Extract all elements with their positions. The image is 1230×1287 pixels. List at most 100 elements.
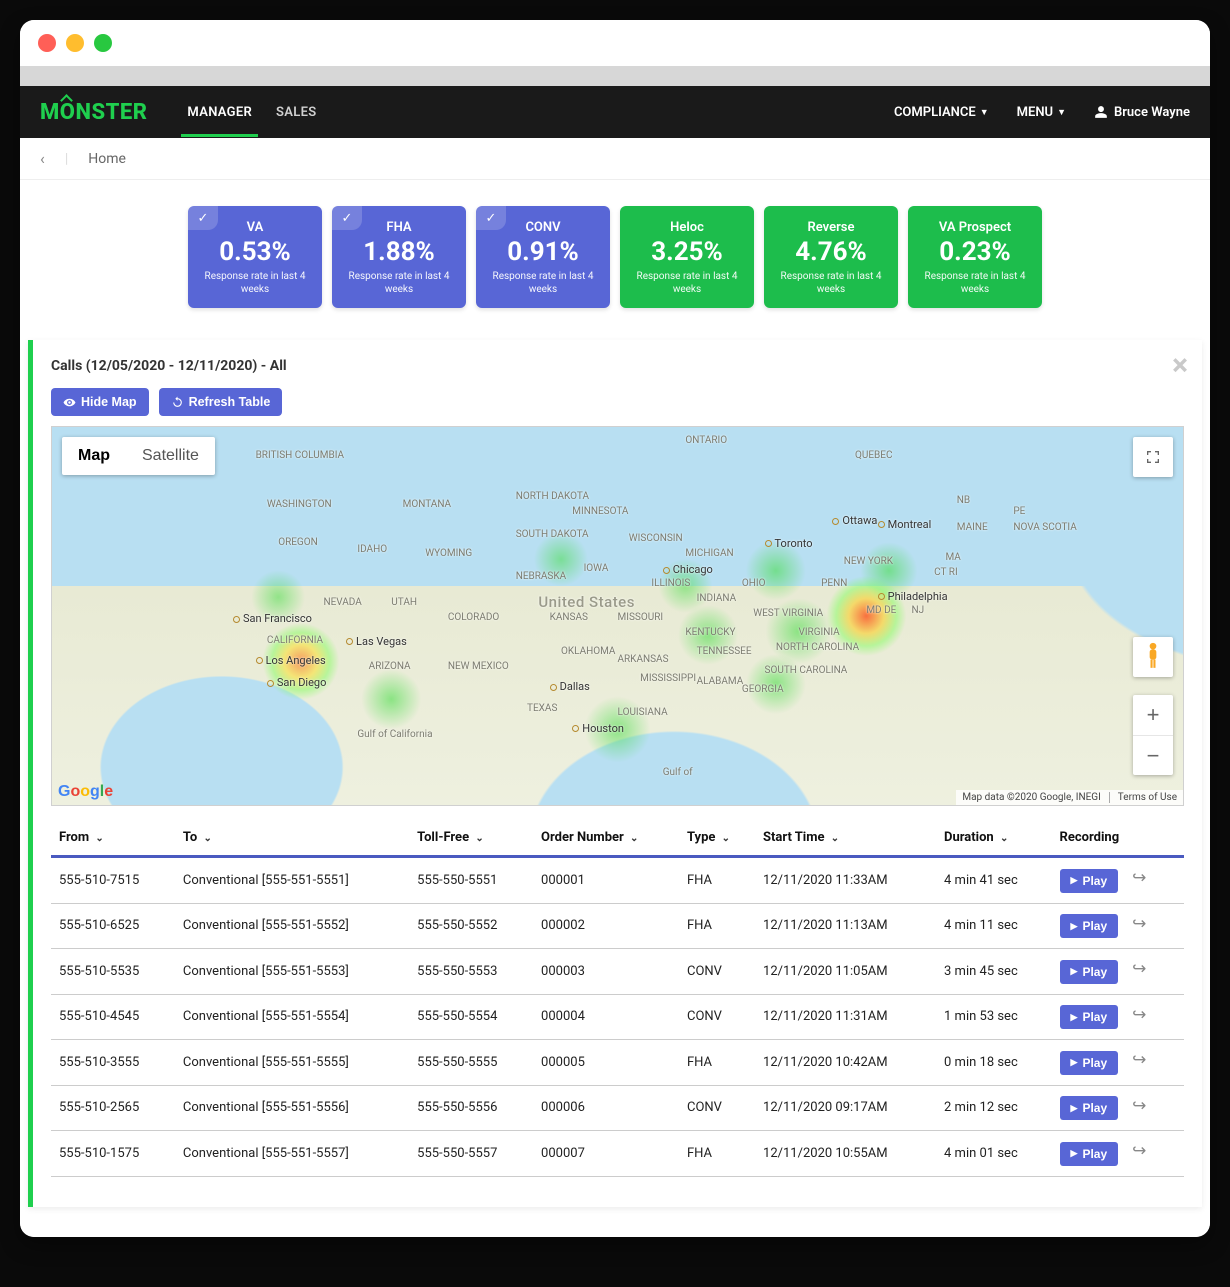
breadcrumb-home[interactable]: Home bbox=[88, 151, 126, 167]
map-label: ILLINOIS bbox=[651, 578, 690, 589]
cell-to: Conventional [555-551-5554] bbox=[175, 994, 409, 1040]
map-label: WYOMING bbox=[425, 548, 472, 559]
share-icon[interactable]: ↪ bbox=[1132, 868, 1146, 888]
traffic-light-zoom[interactable] bbox=[94, 34, 112, 52]
traffic-light-close[interactable] bbox=[38, 34, 56, 52]
nav-compliance-dropdown[interactable]: COMPLIANCE ▼ bbox=[894, 105, 989, 120]
pegman-icon bbox=[1143, 642, 1163, 672]
map-label: GEORGIA bbox=[742, 684, 784, 695]
nav-user[interactable]: Bruce Wayne bbox=[1094, 105, 1190, 120]
play-button[interactable]: Play bbox=[1060, 1005, 1119, 1029]
cell-order: 000001 bbox=[533, 857, 679, 904]
app-root: MONSTER MANAGER SALES COMPLIANCE ▼ MENU … bbox=[20, 86, 1210, 1237]
stat-card-sub: Response rate in last 4 weeks bbox=[342, 271, 456, 296]
play-button[interactable]: Play bbox=[1060, 1142, 1119, 1166]
nav-right: COMPLIANCE ▼ MENU ▼ Bruce Wayne bbox=[894, 105, 1190, 120]
table-header[interactable]: Toll-Free ⌄ bbox=[409, 820, 533, 857]
breadcrumb: ‹ | Home bbox=[20, 138, 1210, 180]
table-header[interactable]: Duration ⌄ bbox=[936, 820, 1052, 857]
map-label: MD DE bbox=[866, 605, 896, 616]
play-button[interactable]: Play bbox=[1060, 960, 1119, 984]
table-header[interactable]: Type ⌄ bbox=[679, 820, 755, 857]
stat-card[interactable]: ✓CONV0.91%Response rate in last 4 weeks bbox=[476, 206, 610, 308]
play-button[interactable]: Play bbox=[1060, 1051, 1119, 1075]
cell-dur: 4 min 11 sec bbox=[936, 903, 1052, 949]
map-label: Philadelphia bbox=[878, 590, 948, 603]
map-label: NEW MEXICO bbox=[448, 661, 509, 672]
map-label: Houston bbox=[572, 722, 624, 735]
table-header[interactable]: Recording bbox=[1052, 820, 1184, 857]
cell-from: 555-510-3555 bbox=[51, 1040, 175, 1086]
map-label: WASHINGTON bbox=[267, 499, 332, 510]
nav-tabs: MANAGER SALES bbox=[187, 105, 316, 120]
stat-card[interactable]: ✓FHA1.88%Response rate in last 4 weeks bbox=[332, 206, 466, 308]
panel-close-button[interactable]: × bbox=[1172, 348, 1188, 383]
map-label: NEVADA bbox=[323, 597, 361, 608]
calls-table-head: From ⌄To ⌄Toll-Free ⌄Order Number ⌄Type … bbox=[51, 820, 1184, 857]
share-icon[interactable]: ↪ bbox=[1132, 1050, 1146, 1070]
map-label: MONTANA bbox=[403, 499, 451, 510]
cell-dur: 4 min 41 sec bbox=[936, 857, 1052, 904]
map-label: NOVA SCOTIA bbox=[1013, 522, 1076, 533]
fullscreen-icon bbox=[1145, 449, 1161, 465]
nav-tab-manager[interactable]: MANAGER bbox=[187, 105, 252, 120]
map-label: MA bbox=[945, 552, 960, 563]
traffic-light-minimize[interactable] bbox=[66, 34, 84, 52]
breadcrumb-separator: | bbox=[65, 151, 68, 167]
brand-logo[interactable]: MONSTER bbox=[40, 100, 147, 125]
nav-tab-sales[interactable]: SALES bbox=[276, 105, 316, 120]
map-label: LOUISIANA bbox=[618, 707, 668, 718]
map-fullscreen-button[interactable] bbox=[1133, 437, 1173, 477]
cell-toll: 555-550-5557 bbox=[409, 1131, 533, 1177]
map-label: MINNESOTA bbox=[572, 506, 628, 517]
share-icon[interactable]: ↪ bbox=[1132, 1005, 1146, 1025]
share-icon[interactable]: ↪ bbox=[1132, 1141, 1146, 1161]
caret-down-icon: ▼ bbox=[1057, 107, 1066, 118]
table-header[interactable]: Start Time ⌄ bbox=[755, 820, 936, 857]
share-icon[interactable]: ↪ bbox=[1132, 1096, 1146, 1116]
cell-from: 555-510-4545 bbox=[51, 994, 175, 1040]
table-header[interactable]: To ⌄ bbox=[175, 820, 409, 857]
map-label: TENNESSEE bbox=[697, 646, 752, 657]
map-type-satellite[interactable]: Satellite bbox=[126, 437, 215, 475]
sort-icon: ⌄ bbox=[722, 833, 730, 844]
table-header[interactable]: Order Number ⌄ bbox=[533, 820, 679, 857]
map-label: San Diego bbox=[267, 676, 327, 689]
stat-card[interactable]: Heloc3.25%Response rate in last 4 weeks bbox=[620, 206, 754, 308]
cell-rec: Play ↪ bbox=[1052, 1040, 1184, 1086]
hide-map-button[interactable]: Hide Map bbox=[51, 388, 149, 416]
share-icon[interactable]: ↪ bbox=[1132, 914, 1146, 934]
map-pegman-button[interactable] bbox=[1133, 637, 1173, 677]
nav-menu-dropdown[interactable]: MENU ▼ bbox=[1017, 105, 1066, 120]
cell-toll: 555-550-5553 bbox=[409, 949, 533, 995]
map-terms-link[interactable]: Terms of Use bbox=[1109, 792, 1177, 803]
map-label: NORTH DAKOTA bbox=[516, 491, 589, 502]
map-label: IDAHO bbox=[357, 544, 387, 555]
map-label: KANSAS bbox=[550, 612, 588, 623]
cell-start: 12/11/2020 11:13AM bbox=[755, 903, 936, 949]
table-header[interactable]: From ⌄ bbox=[51, 820, 175, 857]
stat-card[interactable]: Reverse4.76%Response rate in last 4 week… bbox=[764, 206, 898, 308]
map-label: Ottawa bbox=[832, 514, 877, 527]
heatmap[interactable]: BRITISH COLUMBIAONTARIOQUEBECWASHINGTONM… bbox=[51, 426, 1184, 806]
map-type-map[interactable]: Map bbox=[62, 437, 126, 475]
cell-dur: 1 min 53 sec bbox=[936, 994, 1052, 1040]
browser-frame: MONSTER MANAGER SALES COMPLIANCE ▼ MENU … bbox=[20, 20, 1210, 1237]
share-icon[interactable]: ↪ bbox=[1132, 959, 1146, 979]
stat-card[interactable]: ✓VA0.53%Response rate in last 4 weeks bbox=[188, 206, 322, 308]
stat-card[interactable]: VA Prospect0.23%Response rate in last 4 … bbox=[908, 206, 1042, 308]
map-label: VIRGINIA bbox=[798, 627, 839, 638]
map-label: CALIFORNIA bbox=[267, 635, 323, 646]
stat-card-value: 4.76% bbox=[774, 237, 888, 267]
refresh-table-button[interactable]: Refresh Table bbox=[159, 388, 283, 416]
breadcrumb-back[interactable]: ‹ bbox=[40, 149, 45, 168]
map-label: WEST VIRGINIA bbox=[753, 608, 823, 619]
stat-card-sub: Response rate in last 4 weeks bbox=[630, 271, 744, 296]
cell-order: 000006 bbox=[533, 1085, 679, 1131]
play-button[interactable]: Play bbox=[1060, 914, 1119, 938]
map-zoom-out[interactable]: − bbox=[1133, 735, 1173, 775]
play-button[interactable]: Play bbox=[1060, 1096, 1119, 1120]
play-button[interactable]: Play bbox=[1060, 869, 1119, 893]
table-row: 555-510-2565Conventional [555-551-5556]5… bbox=[51, 1085, 1184, 1131]
map-zoom-in[interactable]: + bbox=[1133, 695, 1173, 735]
